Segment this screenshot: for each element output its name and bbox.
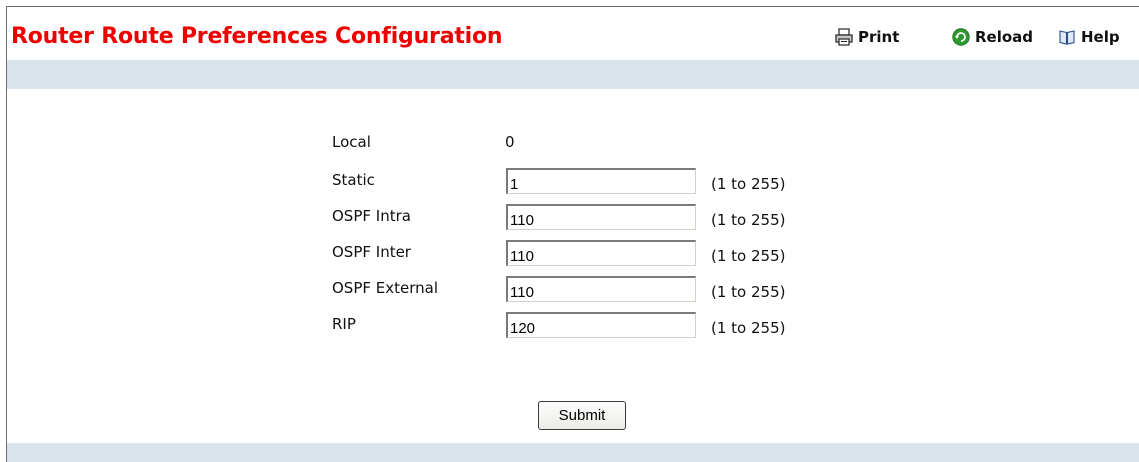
ospf-intra-label: OSPF Intra [332,207,411,225]
rip-label: RIP [332,315,356,333]
help-book-icon [1058,28,1076,46]
print-button[interactable]: Print [835,28,899,46]
footer-band [7,443,1139,462]
ospf-external-input[interactable] [506,276,696,302]
reload-button[interactable]: Reload [952,28,1033,46]
help-button[interactable]: Help [1058,28,1120,46]
ospf-inter-range: (1 to 255) [711,247,786,265]
static-label: Static [332,171,375,189]
rip-input[interactable] [506,312,696,338]
help-label: Help [1081,28,1120,46]
page-frame: Router Route Preferences Configuration P… [6,6,1139,462]
ospf-external-range: (1 to 255) [711,283,786,301]
static-range: (1 to 255) [711,175,786,193]
rip-range: (1 to 255) [711,319,786,337]
print-label: Print [858,28,900,46]
local-label: Local [332,133,371,151]
page-title: Router Route Preferences Configuration [11,24,503,49]
reload-label: Reload [975,28,1034,46]
submit-button[interactable]: Submit [538,401,626,430]
reload-icon [952,28,970,46]
ospf-inter-input[interactable] [506,240,696,266]
ospf-external-label: OSPF External [332,279,439,297]
ospf-inter-label: OSPF Inter [332,243,411,261]
header-band [7,60,1139,89]
local-value: 0 [505,133,515,151]
ospf-intra-range: (1 to 255) [711,211,786,229]
ospf-intra-input[interactable] [506,204,696,230]
static-input[interactable] [506,168,696,194]
printer-icon [835,28,853,46]
